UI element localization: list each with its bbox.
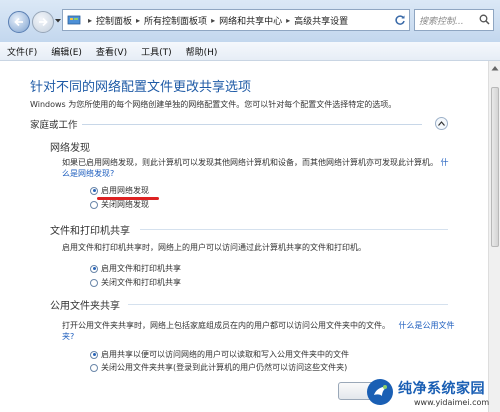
public-folder-help-link[interactable]: 夹? [62,332,74,341]
public-folder-sharing-text: 打开公用文件夹共享时，网络上包括家庭组成员在内的用户都可以访问公用文件夹中的文件… [62,321,390,330]
network-discovery-description-cont: 么是网络发现? [62,168,114,179]
refresh-button[interactable] [392,12,408,28]
forward-button[interactable] [32,11,54,33]
public-folder-sharing-description: 打开公用文件夹共享时，网络上包括家庭组成员在内的用户都可以访问公用文件夹中的文件… [62,320,455,331]
breadcrumb-item[interactable]: 网络和共享中心 ▸ [219,14,294,27]
profile-group-title: 家庭或工作 [30,120,78,131]
network-discovery-help-link[interactable]: 什 [441,158,449,167]
divider [140,229,448,230]
watermark: 纯净系统家园 www.yidaimei.com [366,376,500,412]
file-printer-sharing-on-option[interactable]: 启用文件和打印机共享 [90,263,181,274]
search-placeholder: 搜索控制... [419,16,464,27]
back-arrow-icon [14,17,23,27]
watermark-name: 纯净系统家园 [398,381,485,397]
watermark-logo-icon [367,379,393,405]
public-folder-sharing-description-cont: 夹? [62,331,74,342]
divider [128,304,448,305]
search-input[interactable]: 搜索控制... [414,9,494,31]
recent-pages-chevron-icon[interactable] [55,19,61,23]
file-printer-sharing-off-option[interactable]: 关闭文件和打印机共享 [90,277,181,288]
public-folder-sharing-on-label: 启用共享以便可以访问网络的用户可以读取和写入公用文件夹中的文件 [101,350,349,359]
file-printer-sharing-title: 文件和打印机共享 [50,226,130,237]
forward-arrow-icon [39,17,48,27]
address-bar[interactable]: ▸ 控制面板 ▸ 所有控制面板项 ▸ 网络和共享中心 ▸ 高级共享设置 [62,9,410,31]
radio-button[interactable] [90,200,98,209]
public-folder-sharing-off-option[interactable]: 关闭公用文件夹共享(登录到此计算机的用户仍然可以访问这些文件夹) [90,362,347,373]
breadcrumb-separator: ▸ [88,15,93,25]
public-folder-sharing-on-option[interactable]: 启用共享以便可以访问网络的用户可以读取和写入公用文件夹中的文件 [90,349,349,360]
vertical-scrollbar[interactable] [488,61,500,412]
page-subtitle: Windows 为您所使用的每个网络创建单独的网络配置文件。您可以针对每个配置文… [30,100,397,109]
file-printer-sharing-on-label: 启用文件和打印机共享 [101,264,181,273]
radio-button[interactable] [90,278,98,287]
breadcrumb-item[interactable]: 所有控制面板项 ▸ [144,14,219,27]
file-printer-sharing-off-label: 关闭文件和打印机共享 [101,278,181,287]
control-panel-icon [67,15,81,25]
back-button[interactable] [8,11,30,33]
public-folder-sharing-off-label: 关闭公用文件夹共享(登录到此计算机的用户仍然可以访问这些文件夹) [101,363,348,372]
breadcrumb-item[interactable]: 控制面板 ▸ [96,14,144,27]
network-discovery-on-option[interactable]: 启用网络发现 [90,185,149,196]
menu-tools[interactable]: 工具(T) [134,45,179,58]
file-printer-sharing-description: 启用文件和打印机共享时，网络上的用户可以访问通过此计算机共享的文件和打印机。 [62,243,366,252]
network-discovery-off-option[interactable]: 关闭网络发现 [90,199,149,210]
scrollbar-thumb[interactable] [491,87,499,247]
public-folder-help-link[interactable]: 什么是公用文件 [399,321,455,330]
network-discovery-off-label: 关闭网络发现 [101,200,149,209]
network-discovery-text: 如果已启用网络发现，则此计算机可以发现其他网络计算机和设备，而其他网络计算机亦可… [62,158,438,167]
page-title: 针对不同的网络配置文件更改共享选项 [30,80,252,95]
network-discovery-title: 网络发现 [50,143,90,154]
content-pane: 针对不同的网络配置文件更改共享选项 Windows 为您所使用的每个网络创建单独… [0,61,488,412]
refresh-icon [395,15,405,25]
chevron-up-icon [438,121,445,126]
profile-group-header: 家庭或工作 [30,117,448,131]
radio-button-selected[interactable] [90,186,98,195]
network-discovery-description: 如果已启用网络发现，则此计算机可以发现其他网络计算机和设备，而其他网络计算机亦可… [62,157,449,168]
radio-button[interactable] [90,363,98,372]
menu-file[interactable]: 文件(F) [0,45,44,58]
radio-button-selected[interactable] [90,264,98,273]
menu-view[interactable]: 查看(V) [89,45,134,58]
navigation-bar: ▸ 控制面板 ▸ 所有控制面板项 ▸ 网络和共享中心 ▸ 高级共享设置 搜索控制... [0,0,500,43]
watermark-url: www.yidaimei.com [414,398,490,407]
breadcrumb-item-current[interactable]: 高级共享设置 [294,14,348,27]
menu-edit[interactable]: 编辑(E) [44,45,89,58]
divider [82,124,422,125]
menu-help[interactable]: 帮助(H) [179,45,225,58]
public-folder-sharing-title: 公用文件夹共享 [50,301,120,312]
collapse-button[interactable] [435,117,448,130]
menu-bar: 文件(F) 编辑(E) 查看(V) 工具(T) 帮助(H) [0,42,500,61]
search-icon[interactable] [479,14,490,25]
network-discovery-on-label: 启用网络发现 [101,186,149,195]
radio-button-selected[interactable] [90,350,98,359]
network-discovery-help-link[interactable]: 么是网络发现? [62,169,114,178]
scroll-up-icon[interactable] [491,65,499,71]
